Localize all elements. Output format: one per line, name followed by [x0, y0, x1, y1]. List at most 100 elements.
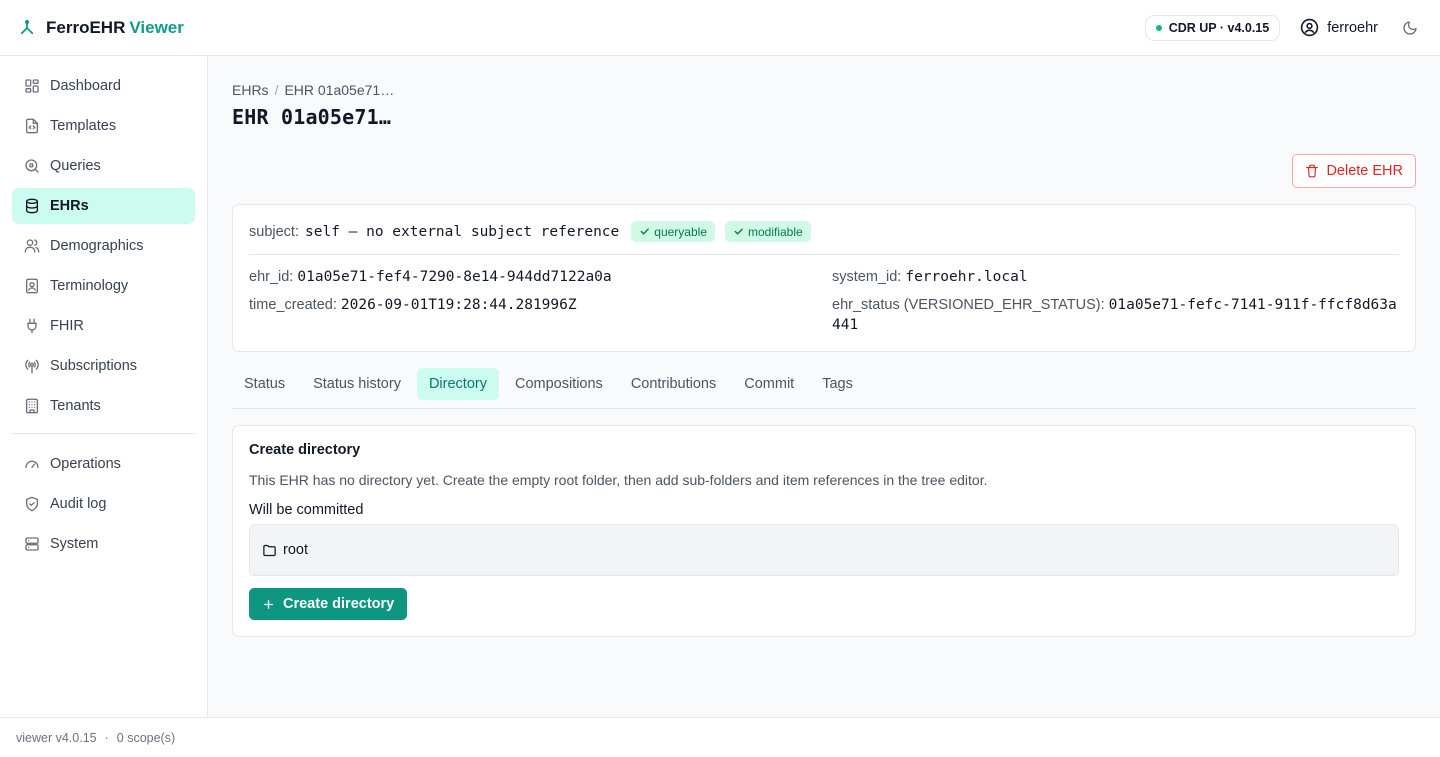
dashboard-icon: [25, 79, 39, 93]
sidebar-item-label: FHIR: [50, 318, 84, 334]
plus-icon: [264, 599, 273, 609]
theme-toggle-button[interactable]: [1398, 16, 1422, 40]
sidebar-item-ehrs[interactable]: EHRs: [12, 188, 195, 224]
sidebar-item-operations[interactable]: Operations: [12, 446, 195, 482]
system-id-value: ferroehr.local: [905, 269, 1028, 285]
ehr-status-field: ehr_status (VERSIONED_EHR_STATUS): 01a05…: [832, 295, 1399, 335]
sidebar-item-label: Tenants: [50, 398, 101, 414]
shield-icon: [26, 496, 38, 512]
time-created-label: time_created:: [249, 297, 337, 313]
subject-row: subject: self — no external subject refe…: [249, 221, 1399, 255]
folder-icon: [263, 544, 276, 556]
scope-count: 0 scope(s): [116, 730, 176, 745]
sidebar-item-label: Templates: [50, 118, 117, 134]
modifiable-badge-label: modifiable: [747, 224, 803, 239]
brand-name: FerroEHR: [46, 17, 126, 37]
users-icon: [24, 239, 40, 253]
search-file-icon: [25, 159, 39, 173]
directory-tree-preview: root: [249, 524, 1399, 576]
broadcast-icon: [25, 359, 39, 374]
breadcrumb-ehrs-link[interactable]: EHRs: [232, 82, 269, 98]
ehr-id-field: ehr_id: 01a05e71-fef4-7290-8e14-944dd712…: [249, 267, 832, 287]
user-menu[interactable]: ferroehr: [1300, 18, 1378, 37]
sidebar-item-label: Subscriptions: [50, 358, 138, 374]
sidebar-item-label: Terminology: [50, 278, 129, 294]
tab-commit[interactable]: Commit: [732, 368, 806, 400]
create-directory-button[interactable]: Create directory: [249, 588, 408, 620]
ehr-tabs: Status Status history Directory Composit…: [232, 368, 1416, 409]
sidebar-item-tenants[interactable]: Tenants: [12, 388, 195, 424]
queryable-badge-label: queryable: [654, 224, 707, 239]
sidebar-item-label: System: [50, 536, 99, 552]
sidebar: Dashboard Templates Queries EHRs Demogra…: [0, 56, 208, 717]
moon-icon: [1403, 20, 1417, 35]
ehr-details-grid: ehr_id: 01a05e71-fef4-7290-8e14-944dd712…: [249, 267, 1399, 335]
create-directory-label: Create directory: [283, 596, 395, 612]
delete-ehr-label: Delete EHR: [1326, 163, 1403, 179]
ehr-summary-card: subject: self — no external subject refe…: [232, 204, 1416, 352]
breadcrumb: EHRs / EHR 01a05e71…: [232, 82, 1416, 98]
tab-status-history[interactable]: Status history: [301, 368, 413, 400]
username: ferroehr: [1327, 19, 1378, 36]
database-icon: [26, 198, 38, 214]
viewer-version: viewer v4.0.15: [16, 730, 97, 745]
tab-compositions[interactable]: Compositions: [503, 368, 615, 400]
sidebar-item-templates[interactable]: Templates: [12, 108, 195, 144]
subject-label: subject:: [249, 223, 299, 240]
server-icon: [25, 537, 39, 551]
create-directory-title: Create directory: [249, 442, 361, 458]
cdr-status-badge: CDR UP · v4.0.15: [1144, 14, 1281, 41]
create-directory-description: This EHR has no directory yet. Create th…: [249, 472, 988, 488]
sidebar-item-label: EHRs: [50, 198, 89, 214]
time-created-field: time_created: 2026-09-01T19:28:44.281996…: [249, 295, 832, 335]
sidebar-item-demographics[interactable]: Demographics: [12, 228, 195, 264]
sidebar-item-label: Queries: [50, 158, 101, 174]
book-icon: [26, 278, 38, 294]
status-footer: viewer v4.0.15 · 0 scope(s): [0, 717, 1440, 757]
plug-icon: [27, 318, 37, 334]
ehr-id-value: 01a05e71-fef4-7290-8e14-944dd7122a0a: [297, 269, 612, 285]
sidebar-item-subscriptions[interactable]: Subscriptions: [12, 348, 195, 384]
check-icon: [640, 228, 650, 235]
trash-icon: [1306, 164, 1319, 178]
sidebar-divider: [12, 433, 195, 434]
check-icon: [734, 228, 743, 235]
page-title: EHR 01a05e71…: [232, 105, 392, 129]
create-directory-card: Create directory This EHR has no directo…: [232, 425, 1416, 637]
sidebar-item-system[interactable]: System: [12, 526, 195, 562]
tab-status[interactable]: Status: [232, 368, 297, 400]
user-circle-icon: [1301, 18, 1319, 37]
breadcrumb-current: EHR 01a05e71…: [284, 82, 395, 98]
tab-directory[interactable]: Directory: [416, 368, 499, 400]
status-dot-icon: [1155, 24, 1162, 31]
sidebar-item-label: Audit log: [50, 496, 107, 512]
sidebar-item-dashboard[interactable]: Dashboard: [12, 68, 195, 104]
delete-ehr-button[interactable]: Delete EHR: [1292, 154, 1416, 188]
sidebar-item-queries[interactable]: Queries: [12, 148, 195, 184]
tab-contributions[interactable]: Contributions: [619, 368, 728, 400]
sidebar-item-label: Operations: [50, 456, 121, 472]
system-id-label: system_id:: [832, 269, 902, 285]
sidebar-item-fhir[interactable]: FHIR: [12, 308, 195, 344]
gauge-icon: [25, 460, 39, 468]
ehr-id-label: ehr_id:: [249, 269, 294, 285]
root-folder-name: root: [283, 542, 308, 558]
brand[interactable]: FerroEHR Viewer: [18, 18, 184, 38]
modifiable-badge: modifiable: [724, 221, 811, 242]
file-code-icon: [26, 118, 38, 134]
brand-accent: Viewer: [129, 17, 184, 37]
sidebar-item-label: Demographics: [50, 238, 144, 254]
ehr-status-label: ehr_status (VERSIONED_EHR_STATUS):: [832, 297, 1105, 313]
sidebar-item-label: Dashboard: [50, 78, 121, 94]
time-created-value: 2026-09-01T19:28:44.281996Z: [340, 297, 577, 313]
building-icon: [26, 398, 38, 414]
sidebar-item-audit-log[interactable]: Audit log: [12, 486, 195, 522]
tab-tags[interactable]: Tags: [810, 368, 865, 400]
breadcrumb-separator: /: [274, 82, 279, 98]
will-be-committed-label: Will be committed: [249, 502, 364, 518]
footer-separator: ·: [104, 730, 109, 745]
queryable-badge: queryable: [631, 221, 715, 242]
sidebar-item-terminology[interactable]: Terminology: [12, 268, 195, 304]
top-bar: FerroEHR Viewer CDR UP · v4.0.15 ferroehr: [0, 0, 1440, 56]
cdr-status-text: CDR UP · v4.0.15: [1168, 20, 1270, 35]
